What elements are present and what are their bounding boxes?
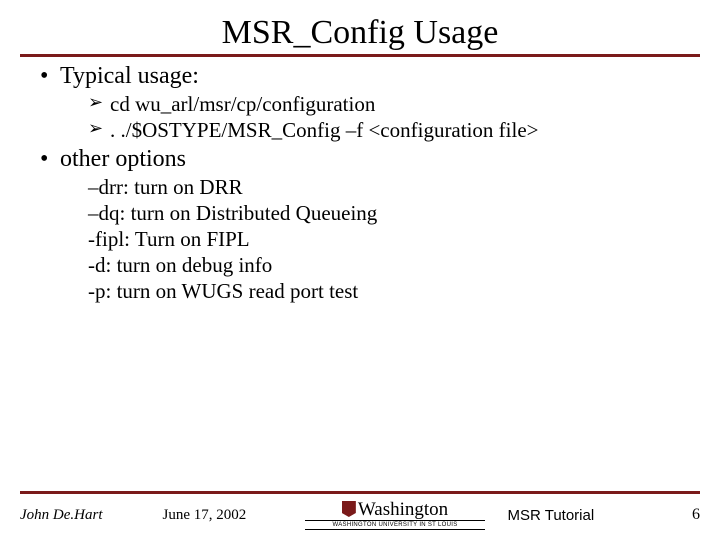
footer-tutorial: MSR Tutorial bbox=[508, 507, 648, 524]
logo-main: Washington bbox=[305, 500, 485, 519]
footer-page-number: 6 bbox=[670, 506, 700, 524]
section-heading: other options bbox=[60, 146, 186, 172]
shield-icon bbox=[342, 501, 356, 517]
slide-title: MSR_Config Usage bbox=[20, 14, 700, 52]
list-item: –dq: turn on Distributed Queueing bbox=[88, 201, 700, 226]
bullet-list: Typical usage: cd wu_arl/msr/cp/configur… bbox=[40, 63, 700, 304]
footer-author: John De.Hart bbox=[20, 507, 140, 524]
sub-list: cd wu_arl/msr/cp/configuration . ./$OSTY… bbox=[88, 92, 700, 143]
logo-subtext: WASHINGTON UNIVERSITY IN ST LOUIS bbox=[305, 520, 485, 530]
footer-row: John De.Hart June 17, 2002 Washington WA… bbox=[20, 500, 700, 530]
list-item: –drr: turn on DRR bbox=[88, 175, 700, 200]
section-item: other options –drr: turn on DRR –dq: tur… bbox=[40, 146, 700, 304]
footer-divider bbox=[20, 491, 700, 494]
title-underline bbox=[20, 54, 700, 57]
footer-date: June 17, 2002 bbox=[163, 507, 283, 524]
list-item: -p: turn on WUGS read port test bbox=[88, 279, 700, 304]
slide: MSR_Config Usage Typical usage: cd wu_ar… bbox=[0, 0, 720, 540]
section-heading: Typical usage: bbox=[60, 63, 199, 89]
list-item: cd wu_arl/msr/cp/configuration bbox=[88, 92, 700, 117]
slide-body: Typical usage: cd wu_arl/msr/cp/configur… bbox=[20, 63, 700, 304]
section-item: Typical usage: cd wu_arl/msr/cp/configur… bbox=[40, 63, 700, 143]
list-item: -d: turn on debug info bbox=[88, 253, 700, 278]
logo-text: Washington bbox=[358, 499, 448, 520]
list-item: -fipl: Turn on FIPL bbox=[88, 227, 700, 252]
sub-list: –drr: turn on DRR –dq: turn on Distribut… bbox=[88, 175, 700, 304]
list-item: . ./$OSTYPE/MSR_Config –f <configuration… bbox=[88, 118, 700, 143]
footer-logo: Washington WASHINGTON UNIVERSITY IN ST L… bbox=[305, 500, 485, 530]
slide-footer: John De.Hart June 17, 2002 Washington WA… bbox=[0, 491, 720, 530]
